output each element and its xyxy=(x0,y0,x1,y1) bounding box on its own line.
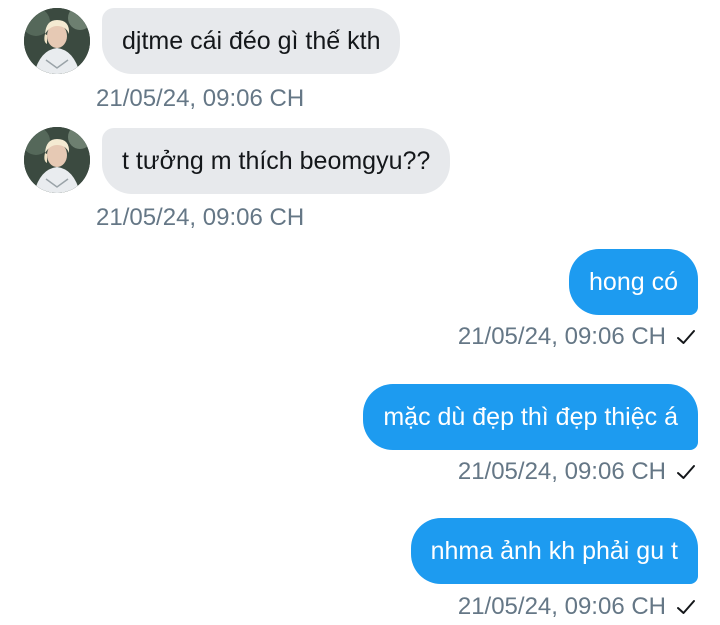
incoming-message-bubble[interactable]: t tưởng m thích beomgyu?? xyxy=(102,128,451,194)
message-text: hong có xyxy=(589,268,678,296)
outgoing-message-bubble[interactable]: mặc dù đẹp thì đẹp thiệc á xyxy=(363,384,698,450)
message-thread: djtme cái đéo gì thế kth 21/05/24, 09:06… xyxy=(0,0,720,625)
timestamp-text: 21/05/24, 09:06 CH xyxy=(96,85,305,112)
message-text: nhma ảnh kh phải gu t xyxy=(430,537,678,565)
timestamp-text: 21/05/24, 09:06 CH xyxy=(457,458,666,485)
checkmark-icon xyxy=(676,597,696,617)
outgoing-message-bubble[interactable]: nhma ảnh kh phải gu t xyxy=(410,518,698,584)
avatar-photo-icon xyxy=(24,8,90,74)
message-timestamp: 21/05/24, 09:06 CH xyxy=(96,203,304,233)
checkmark-icon xyxy=(676,327,696,347)
timestamp-text: 21/05/24, 09:06 CH xyxy=(457,593,666,620)
message-text: mặc dù đẹp thì đẹp thiệc á xyxy=(383,403,678,431)
message-timestamp: 21/05/24, 09:06 CH xyxy=(458,457,696,487)
message-timestamp: 21/05/24, 09:06 CH xyxy=(96,84,304,114)
avatar-photo-icon xyxy=(24,127,90,193)
incoming-message-bubble[interactable]: djtme cái đéo gì thế kth xyxy=(102,8,401,74)
sender-avatar[interactable] xyxy=(24,8,90,74)
message-text: t tưởng m thích beomgyu?? xyxy=(122,147,431,175)
sender-avatar[interactable] xyxy=(24,127,90,193)
timestamp-text: 21/05/24, 09:06 CH xyxy=(457,323,666,350)
message-timestamp: 21/05/24, 09:06 CH xyxy=(458,592,696,622)
message-timestamp: 21/05/24, 09:06 CH xyxy=(458,322,696,352)
timestamp-text: 21/05/24, 09:06 CH xyxy=(96,204,305,231)
message-text: djtme cái đéo gì thế kth xyxy=(122,27,381,55)
checkmark-icon xyxy=(676,462,696,482)
outgoing-message-bubble[interactable]: hong có xyxy=(569,249,698,315)
